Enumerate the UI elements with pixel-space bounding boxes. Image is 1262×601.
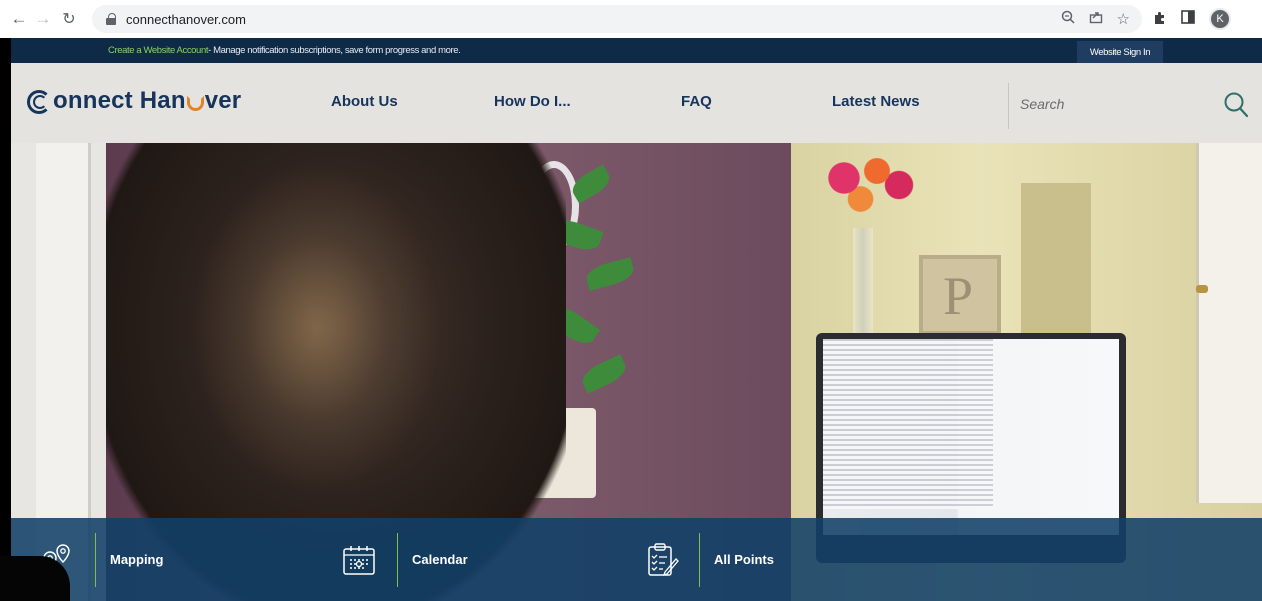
reload-icon[interactable]: ↻ [58,8,80,30]
address-url[interactable]: connecthanover.com [126,12,246,27]
lock-icon[interactable] [106,13,116,25]
screen-edge-shadow [0,556,70,601]
website: Create a Website Account - Manage notifi… [11,38,1262,601]
back-arrow-icon[interactable]: ← [8,8,30,30]
hero-picture-frame: P [919,255,1001,335]
calendar-icon [333,540,385,580]
nav-how-do-i[interactable]: How Do I... [494,93,571,110]
forward-arrow-icon[interactable]: → [32,8,54,30]
quick-link-label: Mapping [110,552,164,567]
nav-faq[interactable]: FAQ [681,93,712,110]
share-icon[interactable] [1089,10,1103,28]
search-input[interactable] [1020,89,1200,119]
profile-avatar[interactable]: K [1209,8,1231,30]
quick-link-label: Calendar [412,552,468,567]
logo-c-mark-icon [25,87,53,115]
logo-o-accent-icon [186,95,204,111]
bookmark-star-icon[interactable]: ☆ [1117,10,1130,28]
topbar-description: - Manage notification subscriptions, sav… [208,45,461,56]
nav-about-us[interactable]: About Us [331,93,398,110]
hero-window-blinds [823,339,993,509]
hero-flowers [811,143,921,213]
logo-text-part1: onnect Han [53,87,186,114]
quick-link-all-points[interactable]: All Points [635,518,774,601]
connect-hanover-logo[interactable]: onnect Han ver [25,87,241,115]
quick-link-divider [699,532,700,587]
search-button[interactable] [1223,91,1249,119]
hero-door [1196,143,1262,503]
search-icon [1224,92,1249,118]
hero-door-knob [1196,285,1208,293]
logo-text-part2: ver [204,87,242,114]
search-divider [1008,83,1009,129]
extensions-puzzle-icon[interactable] [1152,10,1167,29]
address-bar[interactable]: connecthanover.com ☆ [92,5,1142,33]
create-account-link[interactable]: Create a Website Account [108,45,208,56]
account-topbar: Create a Website Account - Manage notifi… [11,38,1262,63]
quick-links-bar: Mapping Calendar All Points [11,518,1262,601]
side-panel-icon[interactable] [1181,10,1195,28]
zoom-icon[interactable] [1061,10,1075,28]
website-sign-in-button[interactable]: Website Sign In [1077,41,1163,63]
quick-link-divider [95,532,96,587]
quick-link-label: All Points [714,552,774,567]
site-header: onnect Han ver About Us How Do I... FAQ … [11,63,1262,143]
quick-link-calendar[interactable]: Calendar [333,518,468,601]
hero-hair-highlight [191,163,441,493]
nav-latest-news[interactable]: Latest News [832,93,920,110]
browser-toolbar: ← → ↻ connecthanover.com ☆ K [0,0,1262,38]
clipboard-checklist-icon [635,540,687,580]
quick-link-divider [397,532,398,587]
